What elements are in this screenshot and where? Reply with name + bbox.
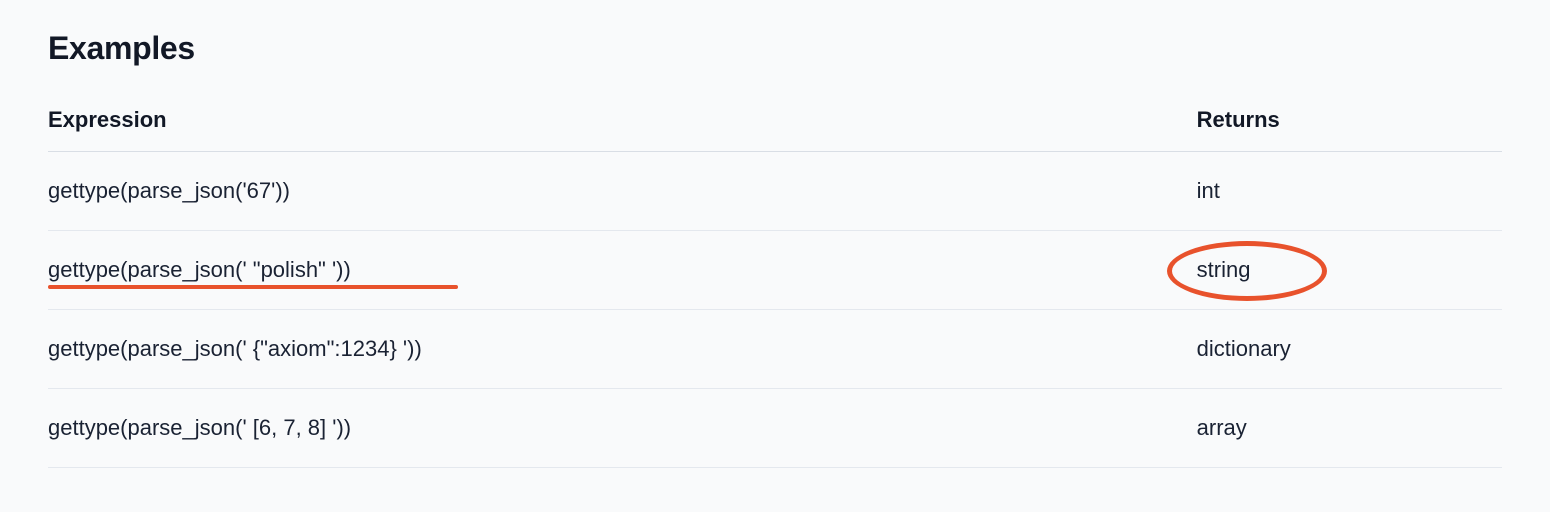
cell-expression: gettype(parse_json(' {"axiom":1234} '))	[48, 310, 1197, 389]
table-row: gettype(parse_json(' "polish" ')) string	[48, 231, 1502, 310]
table-header-row: Expression Returns	[48, 107, 1502, 152]
table-row: gettype(parse_json(' [6, 7, 8] ')) array	[48, 389, 1502, 468]
cell-returns: string	[1197, 231, 1502, 310]
cell-expression-text: gettype(parse_json(' "polish" '))	[48, 257, 351, 282]
cell-expression: gettype(parse_json(' "polish" '))	[48, 231, 1197, 310]
column-header-returns: Returns	[1197, 107, 1502, 152]
cell-returns-text: string	[1197, 257, 1251, 282]
table-row: gettype(parse_json(' {"axiom":1234} ')) …	[48, 310, 1502, 389]
cell-expression: gettype(parse_json(' [6, 7, 8] '))	[48, 389, 1197, 468]
table-row: gettype(parse_json('67')) int	[48, 152, 1502, 231]
cell-expression: gettype(parse_json('67'))	[48, 152, 1197, 231]
column-header-expression: Expression	[48, 107, 1197, 152]
annotation-underline	[48, 285, 458, 289]
section-title: Examples	[48, 30, 1502, 67]
cell-returns: int	[1197, 152, 1502, 231]
cell-returns: array	[1197, 389, 1502, 468]
examples-table: Expression Returns gettype(parse_json('6…	[48, 107, 1502, 468]
cell-returns: dictionary	[1197, 310, 1502, 389]
